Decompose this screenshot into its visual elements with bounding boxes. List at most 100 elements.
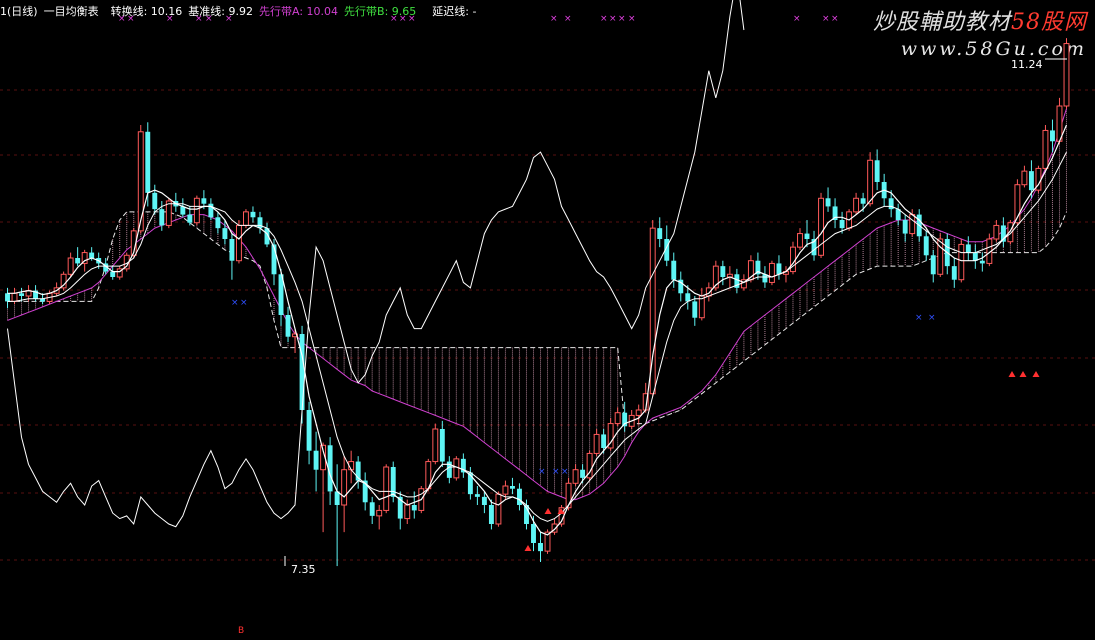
candle-body [215, 217, 221, 229]
candle-body [923, 236, 929, 256]
candle-body [720, 266, 726, 277]
candle-body [839, 220, 845, 229]
cross-marker: × [195, 14, 203, 24]
blue-signal-marker: × [915, 313, 923, 323]
blue-signal-marker: × [552, 467, 560, 477]
candle-body [930, 255, 936, 275]
candle-body [1042, 129, 1049, 169]
blue-signal-marker: × [928, 313, 936, 323]
candle-body [698, 295, 705, 319]
candle-body [685, 293, 691, 302]
candle-body [1028, 171, 1034, 191]
candle-body [601, 434, 607, 448]
cross-marker: × [166, 14, 174, 24]
candle-body [341, 469, 348, 506]
candle-body [979, 260, 985, 264]
candle-body [825, 198, 831, 207]
buy-triangle [544, 508, 552, 514]
candle-body [411, 505, 417, 511]
candle-body [19, 293, 24, 296]
candle-body [439, 429, 445, 462]
buy-triangle [1019, 371, 1027, 377]
cross-marker: × [609, 14, 617, 24]
candle-body [572, 469, 579, 484]
candle-body [152, 192, 158, 210]
chikou-span-line [7, 0, 745, 528]
senkou-a-line [7, 108, 1067, 501]
candle-body [235, 224, 242, 262]
cross-marker: × [408, 14, 416, 24]
cross-marker: × [628, 14, 636, 24]
candle-body [376, 509, 383, 517]
candle-body [993, 224, 1000, 240]
cross-marker: × [118, 14, 126, 24]
candle-body [208, 203, 214, 218]
candle-body [671, 260, 677, 280]
candle-body [502, 485, 509, 495]
cross-marker: × [225, 14, 233, 24]
candle-body [797, 233, 803, 248]
cross-marker: × [550, 14, 558, 24]
ichimoku-chart: × × × × × × × × × × × × × × × × × ×× ×× × ×× × [0, 0, 1095, 567]
candle-body [453, 458, 460, 479]
candle-body [145, 131, 151, 193]
candle-body [201, 198, 207, 204]
candle-body [285, 315, 291, 337]
candle-body [67, 257, 74, 275]
low-price-label: 7.35 [291, 563, 316, 576]
candle-body [1021, 170, 1028, 186]
blue-signal-marker: × [240, 298, 248, 308]
cross-marker: × [399, 14, 407, 24]
cross-marker: × [831, 14, 839, 24]
high-price-label: 11.24 [1011, 58, 1043, 71]
candle-body [692, 301, 698, 318]
candle-body [580, 469, 586, 478]
candle-body [965, 244, 971, 253]
candle-body [818, 197, 824, 256]
candle-body [404, 504, 411, 520]
candle-body [137, 131, 144, 232]
candle-body [867, 159, 874, 205]
cross-marker: × [822, 14, 830, 24]
candle-body [874, 160, 880, 182]
cross-marker: × [564, 14, 572, 24]
candle-body [768, 262, 775, 283]
candle-body [5, 293, 10, 302]
blue-signal-marker: × [538, 467, 546, 477]
candle-body [538, 543, 543, 552]
cross-marker: × [127, 14, 135, 24]
bottom-b-marker: B [238, 626, 245, 636]
candle-body [193, 197, 200, 224]
candle-body [306, 410, 312, 451]
senkou-b-line [7, 211, 1067, 425]
candle-body [909, 214, 916, 235]
candle-body [369, 502, 375, 516]
blue-signal-marker: × [231, 298, 239, 308]
candle-body [531, 524, 536, 543]
cross-marker: × [600, 14, 608, 24]
cross-marker: × [793, 14, 801, 24]
cross-marker: × [205, 14, 213, 24]
candle-body [75, 258, 81, 264]
candle-body [1063, 43, 1070, 107]
candle-body [776, 263, 782, 275]
buy-triangle [1032, 371, 1040, 377]
candle-body [635, 409, 642, 416]
buy-triangle [524, 545, 532, 551]
candle-body [110, 271, 116, 277]
candle-body [383, 466, 390, 511]
candle-body [509, 486, 515, 489]
buy-triangle [1008, 371, 1016, 377]
candle-body [222, 228, 228, 239]
candle-body [229, 239, 235, 261]
cross-marker: × [618, 14, 626, 24]
candle-body [481, 496, 487, 505]
candle-body [495, 493, 502, 525]
candle-body [804, 233, 810, 239]
candle-body [299, 334, 305, 410]
candle-body [242, 211, 249, 226]
candle-body [853, 197, 860, 213]
candle-body [187, 214, 193, 223]
candle-body [951, 266, 957, 280]
candle-body [89, 252, 95, 258]
